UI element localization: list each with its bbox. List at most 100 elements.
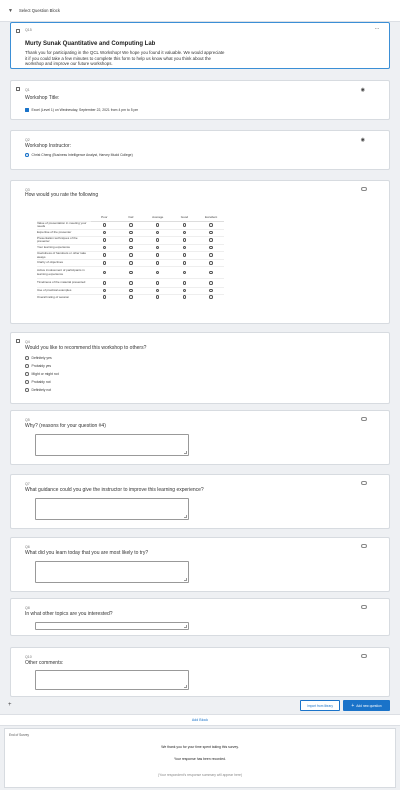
matrix-radio[interactable] — [182, 245, 187, 250]
matrix-radio[interactable] — [155, 261, 160, 265]
resize-grip-icon[interactable] — [184, 451, 187, 454]
matrix-radio[interactable] — [129, 238, 133, 242]
matrix-radio[interactable] — [102, 245, 107, 250]
question-card-q10[interactable]: Q10 Other comments: — [10, 647, 390, 697]
checkbox-checked-icon[interactable] — [25, 108, 29, 112]
question-card-q5[interactable]: Q5 Why? (reasons for your question #4) — [10, 410, 390, 465]
matrix-radio[interactable] — [182, 261, 187, 265]
answer-option[interactable]: Excel (Level 1) on Wednesday, September … — [25, 108, 138, 112]
import-from-library-button[interactable]: Import from library — [300, 700, 340, 711]
answer-option[interactable]: Definitely not — [25, 388, 51, 392]
matrix-radio[interactable] — [155, 295, 160, 299]
comment-icon[interactable] — [361, 654, 367, 658]
matrix-radio[interactable] — [155, 245, 160, 250]
matrix-radio[interactable] — [129, 288, 133, 293]
matrix-radio[interactable] — [209, 245, 213, 250]
answer-option[interactable]: Probably yes — [25, 364, 51, 368]
matrix-radio[interactable] — [182, 270, 187, 274]
question-card-q4[interactable]: Q4 Would you like to recommend this work… — [10, 332, 390, 404]
end-of-survey-block[interactable]: End of Survey We thank you for your time… — [4, 728, 396, 788]
answer-option[interactable]: Might or might not — [25, 372, 59, 376]
resize-grip-icon[interactable] — [184, 578, 187, 581]
matrix-radio[interactable] — [155, 238, 160, 242]
matrix-radio[interactable] — [209, 295, 213, 299]
question-card-q2[interactable]: Q2 ◉ Workshop Instructor: Christ Cheng (… — [10, 130, 390, 170]
matrix-radio[interactable] — [209, 288, 213, 293]
radio-unselected-icon[interactable] — [25, 388, 29, 392]
radio-unselected-icon[interactable] — [25, 356, 29, 360]
intro-question-card[interactable]: Q15 ··· Murty Sunak Quantitative and Com… — [10, 22, 390, 69]
radio-type-icon[interactable]: ◉ — [361, 87, 365, 93]
add-new-question-button[interactable]: + Add new question — [343, 700, 390, 711]
answer-option[interactable]: Christ Cheng (Business Intelligence Anal… — [25, 153, 133, 157]
comment-icon[interactable] — [361, 187, 367, 191]
radio-unselected-icon[interactable] — [25, 372, 29, 376]
matrix-radio[interactable] — [129, 281, 133, 285]
chevron-down-icon[interactable]: ▼ — [8, 8, 13, 14]
answer-textarea[interactable] — [35, 498, 189, 520]
resize-grip-icon[interactable] — [184, 685, 187, 688]
matrix-radio[interactable] — [102, 261, 107, 265]
radio-type-icon[interactable]: ◉ — [361, 137, 365, 143]
question-card-q6[interactable]: Q6 What did you learn today that you are… — [10, 537, 390, 592]
matrix-radio[interactable] — [129, 270, 133, 274]
question-select-checkbox[interactable] — [16, 87, 20, 91]
matrix-radio[interactable] — [209, 223, 213, 227]
matrix-radio[interactable] — [129, 245, 133, 250]
answer-option[interactable]: Probably not — [25, 380, 51, 384]
matrix-radio[interactable] — [209, 270, 213, 274]
question-card-q7[interactable]: Q7 What guidance could you give the inst… — [10, 474, 390, 529]
answer-textarea[interactable] — [35, 561, 189, 583]
matrix-radio[interactable] — [102, 288, 107, 293]
add-block-link[interactable]: Add Block — [192, 718, 208, 722]
matrix-radio[interactable] — [102, 238, 107, 242]
plus-icon[interactable]: + — [8, 702, 12, 708]
matrix-radio[interactable] — [155, 223, 160, 227]
answer-textarea[interactable] — [35, 434, 189, 456]
matrix-radio[interactable] — [155, 230, 160, 235]
answer-text-input[interactable] — [35, 622, 189, 630]
radio-unselected-icon[interactable] — [25, 364, 29, 368]
matrix-radio[interactable] — [155, 288, 160, 293]
matrix-radio[interactable] — [182, 223, 187, 227]
matrix-radio[interactable] — [182, 295, 187, 299]
comment-icon[interactable] — [361, 544, 367, 548]
matrix-radio[interactable] — [102, 253, 107, 257]
comment-icon[interactable] — [361, 481, 367, 485]
radio-unselected-icon[interactable] — [25, 380, 29, 384]
matrix-radio[interactable] — [129, 230, 133, 235]
matrix-radio[interactable] — [209, 261, 213, 265]
matrix-radio[interactable] — [155, 270, 160, 274]
matrix-radio[interactable] — [102, 281, 107, 285]
comment-icon[interactable] — [361, 417, 367, 421]
matrix-radio[interactable] — [182, 230, 187, 235]
matrix-radio[interactable] — [182, 281, 187, 285]
question-card-q1[interactable]: Q1 ◉ Workshop Title: Excel (Level 1) on … — [10, 80, 390, 120]
matrix-radio[interactable] — [102, 223, 107, 227]
matrix-radio[interactable] — [102, 295, 107, 299]
matrix-radio[interactable] — [182, 288, 187, 293]
question-card-q3[interactable]: Q3 How would you rate the following Poor… — [10, 180, 390, 324]
matrix-radio[interactable] — [129, 223, 133, 227]
matrix-radio[interactable] — [209, 238, 213, 242]
radio-selected-icon[interactable] — [25, 153, 29, 157]
answer-option[interactable]: Definitely yes — [25, 356, 52, 360]
matrix-radio[interactable] — [102, 270, 107, 274]
matrix-radio[interactable] — [182, 253, 187, 257]
question-card-q8[interactable]: Q8 In what other topics are you interest… — [10, 598, 390, 636]
matrix-radio[interactable] — [129, 295, 133, 299]
matrix-radio[interactable] — [209, 253, 213, 257]
matrix-radio[interactable] — [155, 253, 160, 257]
resize-grip-icon[interactable] — [184, 515, 187, 518]
answer-textarea[interactable] — [35, 670, 189, 690]
block-header[interactable]: ▼ Select Question Block — [0, 0, 400, 22]
matrix-radio[interactable] — [102, 230, 107, 235]
more-options-icon[interactable]: ··· — [375, 26, 380, 32]
matrix-radio[interactable] — [209, 281, 213, 285]
comment-icon[interactable] — [361, 605, 367, 609]
question-select-checkbox[interactable] — [16, 339, 20, 343]
matrix-radio[interactable] — [182, 238, 187, 242]
matrix-radio[interactable] — [209, 230, 213, 235]
resize-grip-icon[interactable] — [184, 625, 187, 628]
matrix-radio[interactable] — [129, 253, 133, 257]
